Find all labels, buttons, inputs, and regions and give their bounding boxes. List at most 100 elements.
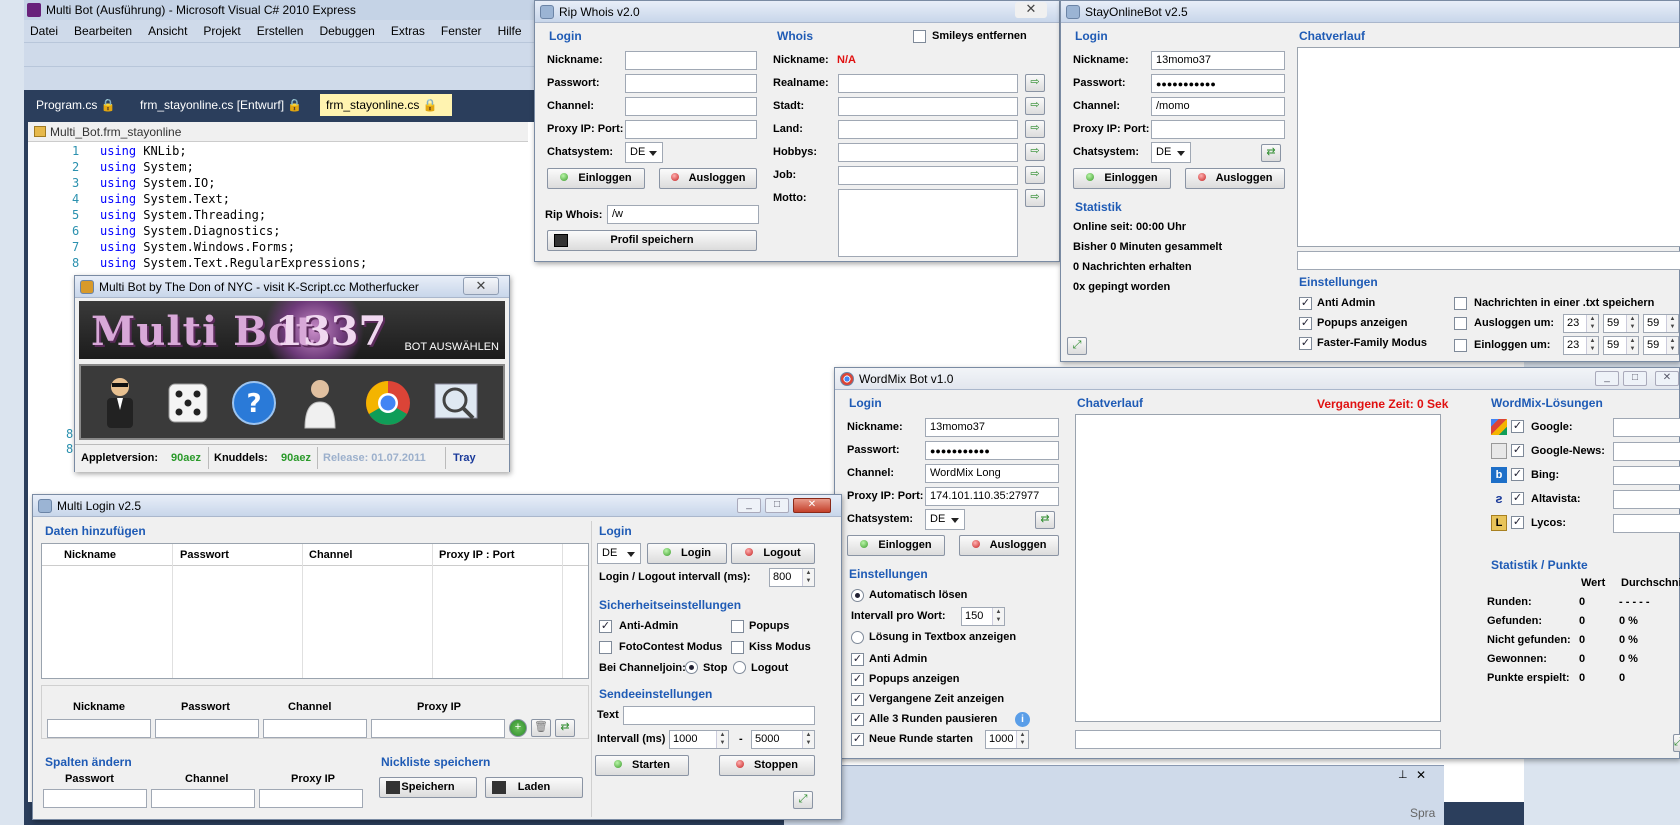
lycos-output[interactable] (1613, 514, 1680, 533)
panel-close-icon[interactable]: ✕ (1416, 768, 1426, 782)
bot-user-icon[interactable] (297, 374, 343, 430)
col-channel[interactable]: Channel (309, 549, 352, 561)
change-channel-input[interactable] (151, 789, 255, 808)
close-button[interactable]: ✕ (1655, 371, 1679, 386)
proxy-input[interactable]: 174.101.110.35:27977 (925, 487, 1059, 506)
login-hour[interactable]: 23 ▲ ▼ (1563, 336, 1599, 355)
editor-tab[interactable]: frm_stayonline.cs [Entwurf] 🔒 (134, 94, 314, 116)
close-button[interactable]: ✕ (463, 277, 499, 295)
rip-whois-input[interactable]: /w (607, 205, 759, 224)
interval-from-spinner[interactable]: 1000 ▲ ▼ (669, 730, 729, 749)
copy-motto-button[interactable]: ⇨ (1025, 189, 1045, 207)
login-button[interactable]: Login (647, 543, 727, 564)
expand-button[interactable]: ⤢ (1067, 337, 1087, 355)
add-button[interactable]: + (509, 719, 527, 737)
chat-input[interactable] (1075, 730, 1441, 749)
anti-admin-checkbox[interactable]: ✓ (599, 620, 612, 633)
nickname-input[interactable]: 13momo37 (1151, 51, 1285, 70)
entry-proxy-input[interactable] (371, 719, 505, 738)
bing-output[interactable] (1613, 466, 1680, 485)
proxy-input[interactable] (625, 120, 757, 139)
google-news-output[interactable] (1613, 442, 1680, 461)
col-nickname[interactable]: Nickname (64, 549, 116, 561)
spin-arrows-icon[interactable]: ▲ ▼ (1016, 731, 1028, 748)
bot-help-icon[interactable]: ? (229, 374, 279, 430)
menu-item[interactable]: Ansicht (148, 24, 187, 38)
menu-item[interactable]: Hilfe (498, 24, 522, 38)
entry-channel-input[interactable] (263, 719, 367, 738)
logout-minute[interactable]: 59 ▲ ▼ (1603, 314, 1639, 333)
interval-to-spinner[interactable]: 5000 ▲ ▼ (751, 730, 815, 749)
realname-output[interactable] (838, 74, 1018, 93)
logout-button[interactable]: Logout (731, 543, 815, 564)
channel-input[interactable]: WordMix Long (925, 464, 1059, 483)
spin-arrows-icon[interactable]: ▲ ▼ (992, 608, 1004, 625)
refresh-button[interactable]: ⇄ (1261, 144, 1281, 162)
menu-item[interactable]: Fenster (441, 24, 482, 38)
nickname-input[interactable]: 13momo37 (925, 418, 1059, 437)
spin-arrows-icon[interactable]: ▲ ▼ (1626, 315, 1638, 332)
faster-checkbox[interactable]: ✓ (1299, 337, 1312, 350)
logout-button[interactable]: Ausloggen (959, 535, 1059, 556)
load-button[interactable]: Laden (485, 777, 583, 798)
chatsystem-select[interactable]: DE (1151, 142, 1191, 163)
country-output[interactable] (838, 120, 1018, 139)
col-proxy[interactable]: Proxy IP : Port (439, 549, 515, 561)
spin-arrows-icon[interactable]: ▲ ▼ (716, 731, 728, 748)
interval-spinner[interactable]: 800 ▲ ▼ (769, 568, 815, 587)
menu-item[interactable]: Debuggen (319, 24, 374, 38)
menu-item[interactable]: Datei (30, 24, 58, 38)
chat-log[interactable] (1075, 414, 1441, 722)
start-button[interactable]: Starten (595, 755, 689, 776)
delete-button[interactable]: 🗑 (531, 719, 551, 737)
interval-spinner[interactable]: 150 ▲ ▼ (961, 607, 1005, 626)
newround-checkbox[interactable]: ✓ (851, 733, 864, 746)
kiss-checkbox[interactable] (731, 641, 744, 654)
refresh-button[interactable]: ⇄ (1035, 511, 1055, 529)
minimize-button[interactable]: _ (737, 498, 761, 513)
newround-spinner[interactable]: 1000 ▲ ▼ (985, 730, 1029, 749)
bot-agent-icon[interactable] (97, 374, 143, 430)
expand-button[interactable]: ⤢ (1673, 734, 1680, 752)
spin-arrows-icon[interactable]: ▲ ▼ (802, 569, 814, 586)
minimize-button[interactable]: _ (1595, 371, 1619, 386)
lycos-checkbox[interactable]: ✓ (1511, 516, 1524, 529)
elapsed-checkbox[interactable]: ✓ (851, 693, 864, 706)
col-password[interactable]: Passwort (180, 549, 229, 561)
login-button[interactable]: Einloggen (1073, 168, 1171, 189)
stop-button[interactable]: Stoppen (719, 755, 815, 776)
login-minute[interactable]: 59 ▲ ▼ (1603, 336, 1639, 355)
motto-output[interactable] (838, 189, 1018, 257)
panel-pin-icon[interactable]: ⊥ (1398, 768, 1408, 781)
copy-country-button[interactable]: ⇨ (1025, 120, 1045, 138)
google-checkbox[interactable]: ✓ (1511, 420, 1524, 433)
save-txt-checkbox[interactable] (1454, 297, 1467, 310)
google-news-checkbox[interactable]: ✓ (1511, 444, 1524, 457)
spin-arrows-icon[interactable]: ▲ ▼ (802, 731, 814, 748)
change-password-input[interactable] (43, 789, 147, 808)
chatsystem-select[interactable]: DE (597, 543, 641, 564)
copy-realname-button[interactable]: ⇨ (1025, 74, 1045, 92)
spin-arrows-icon[interactable]: ▲ ▼ (1586, 315, 1598, 332)
maximize-button[interactable]: □ (1623, 371, 1647, 386)
logout-at-checkbox[interactable] (1454, 317, 1467, 330)
channel-input[interactable]: /momo (1151, 97, 1285, 116)
password-input[interactable] (625, 74, 757, 93)
proxy-input[interactable] (1151, 120, 1285, 139)
menu-item[interactable]: Projekt (203, 24, 240, 38)
popups-checkbox[interactable]: ✓ (851, 673, 864, 686)
entry-password-input[interactable] (155, 719, 259, 738)
popups-checkbox[interactable]: ✓ (1299, 317, 1312, 330)
fotocontest-checkbox[interactable] (599, 641, 612, 654)
expand-button[interactable]: ⤢ (793, 791, 813, 809)
city-output[interactable] (838, 97, 1018, 116)
popups-checkbox[interactable] (731, 620, 744, 633)
spin-arrows-icon[interactable]: ▲ ▼ (1666, 315, 1678, 332)
close-button[interactable]: ✕ (1015, 2, 1047, 18)
menu-item[interactable]: Bearbeiten (74, 24, 132, 38)
chat-log[interactable] (1297, 47, 1680, 247)
auto-solve-radio[interactable] (851, 589, 864, 602)
login-at-checkbox[interactable] (1454, 339, 1467, 352)
channel-input[interactable] (625, 97, 757, 116)
copy-city-button[interactable]: ⇨ (1025, 97, 1045, 115)
